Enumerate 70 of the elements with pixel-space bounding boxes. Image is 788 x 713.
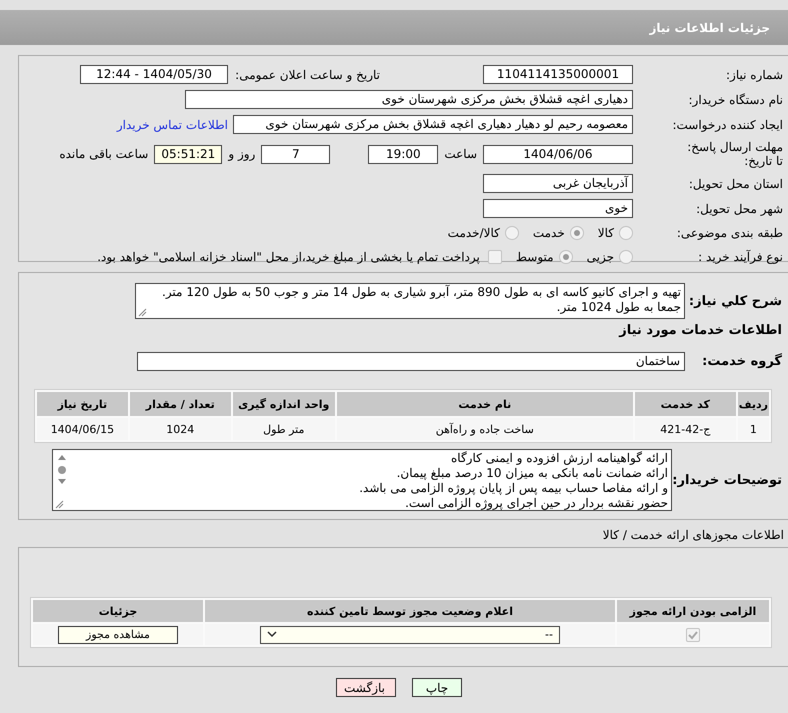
check-icon	[687, 630, 699, 640]
radio-button[interactable]	[619, 226, 633, 240]
notes-field[interactable]: ارائه گواهینامه ارزش افزوده و ایمنی کارگاه ارائه ضمانت نامه بانکی به میزان 10 درصد مبلغ پیمان. و ارائه مفاصا حساب بیمه پس از پایان پروژه الزامی می باشد. حضور نقشه بردار در حین اجرای پروژه الزامی است.	[52, 449, 672, 511]
checkbox-label: پرداخت تمام یا بخشی از مبلغ خرید،از محل "اسناد خزانه اسلامی" خواهد بود.	[97, 250, 480, 264]
table-cell: ساخت جاده و راه‌آهن	[336, 418, 633, 440]
radio-button[interactable]	[558, 250, 573, 264]
table-cell: 1404/06/15	[37, 418, 128, 440]
page-title: جزئیات اطلاعات نیاز	[649, 20, 770, 34]
resize-grip-icon	[138, 308, 147, 317]
field-label: طبقه بندی موضوعی:	[676, 226, 784, 240]
radio-label: کالا	[598, 226, 614, 240]
section-heading: اطلاعات خدمات مورد نیاز	[618, 323, 783, 338]
radio-button[interactable]	[504, 226, 519, 240]
contact-link[interactable]: اطلاعات تماس خریدار	[116, 118, 228, 132]
time-field[interactable]: 19:00	[368, 144, 438, 164]
column-header: واحد اندازه گیری	[232, 392, 335, 416]
view-license-button[interactable]: مشاهده مجوز	[58, 626, 178, 644]
print-button[interactable]: چاپ	[412, 678, 462, 697]
field-label: استان محل تحویل:	[688, 176, 784, 190]
radio-button[interactable]	[619, 250, 633, 264]
back-button[interactable]: بازگشت	[336, 678, 396, 697]
table-cell: 1024	[130, 418, 231, 440]
notes-text: ارائه گواهینامه ارزش افزوده و ایمنی کارگاه ارائه ضمانت نامه بانکی به میزان 10 درصد مبلغ پیمان. و ارائه مفاصا حساب بیمه پس از پایان پروژه الزامی می باشد. حضور نقشه بردار در حین اجرای پروژه الزامی است.	[359, 451, 668, 510]
table-cell: ج-42-421	[634, 418, 736, 440]
radio-label: جزیی	[586, 250, 614, 264]
table-cell: 1	[738, 418, 769, 440]
date-field[interactable]: 1404/05/30 - 12:44	[80, 65, 228, 84]
column-header: تعداد / مقدار	[130, 392, 231, 416]
column-header: جزئیات	[33, 600, 203, 622]
status-select[interactable]: --	[260, 626, 560, 644]
column-header: نام خدمت	[336, 392, 633, 416]
text-field[interactable]: دهیاری اغچه قشلاق بخش مرکزی شهرستان خوی	[185, 90, 633, 109]
section-title: اطلاعات مجوزهای ارائه خدمت / کالا	[602, 528, 785, 542]
field-label: شرح کلي نیاز:	[688, 294, 783, 308]
caret-icon	[267, 631, 277, 638]
column-header: ردیف	[738, 392, 769, 416]
field-label: ساعت باقی مانده	[59, 147, 148, 161]
number-field[interactable]: 1104114135000001	[483, 65, 633, 84]
field-label: مهلت ارسال پاسخ: تا تاریخ:	[686, 140, 784, 168]
field-label: نام دستگاه خریدار:	[688, 92, 784, 106]
text-field[interactable]: آذربایجان غربی	[483, 174, 633, 193]
field-label: توضیحات خریدار:	[672, 472, 783, 488]
table-cell: متر طول	[232, 418, 335, 440]
text-field[interactable]: خوی	[483, 199, 633, 218]
column-header: کد خدمت	[634, 392, 736, 416]
group-field[interactable]: ساختمان	[137, 352, 685, 371]
description-field[interactable]: تهیه و اجرای کانیو کاسه ای به طول 890 متر، آبرو شیاری به طول 14 متر و جوب 50 به طول 120 متر. جمعا به طول 1024 متر.	[135, 283, 685, 319]
countdown-field[interactable]: 05:51:21	[154, 144, 222, 164]
field-label: شهر محل تحویل:	[695, 202, 784, 216]
text-field[interactable]: معصومه رحیم لو دهیار دهیاری اغچه قشلاق بخش مرکزی شهرستان خوی	[233, 115, 633, 134]
checkbox[interactable]	[488, 250, 502, 264]
column-header: اعلام وضعیت مجوز توسط تامین کننده	[205, 600, 615, 622]
column-header: تاریخ نیاز	[37, 392, 128, 416]
radio-label: متوسط	[516, 250, 554, 264]
field-label: گروه خدمت:	[701, 354, 783, 369]
column-header: الزامی بودن ارائه مجوز	[617, 600, 769, 622]
checkbox[interactable]	[686, 628, 700, 642]
field-label: تاریخ و ساعت اعلان عمومی:	[234, 68, 380, 82]
field-label: ساعت	[444, 147, 477, 161]
resize-grip-icon	[55, 500, 64, 509]
description-text: تهیه و اجرای کانیو کاسه ای به طول 890 متر، آبرو شیاری به طول 14 متر و جوب 50 به طول 120 متر. جمعا به طول 1024 متر.	[162, 285, 681, 314]
radio-label: کالا/خدمت	[448, 226, 500, 240]
radio-button[interactable]	[570, 226, 584, 240]
field-label: ایجاد کننده درخواست:	[671, 118, 784, 132]
radio-label: خدمت	[532, 226, 565, 240]
days-field[interactable]: 7	[261, 144, 330, 164]
date-field[interactable]: 1404/06/06	[483, 144, 633, 164]
field-label: شماره نیاز:	[725, 68, 784, 82]
field-label: روز و	[228, 147, 256, 161]
field-label: نوع فرآیند خرید :	[697, 250, 784, 264]
